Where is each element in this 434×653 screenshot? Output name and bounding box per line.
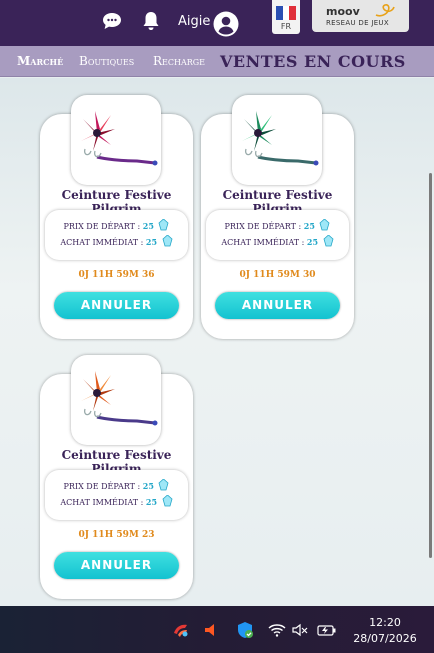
start-price-row: PRIX DE DÉPART : 25 — [206, 219, 349, 231]
item-image[interactable] — [71, 355, 161, 445]
partner-brand: moov — [326, 5, 360, 18]
crystal-currency-icon — [320, 219, 330, 231]
time-remaining: 0J 11H 59M 30 — [239, 270, 316, 280]
language-code: FR — [280, 22, 292, 31]
buyout-price-value: 25 — [306, 237, 319, 247]
system-clock[interactable]: 12:20 28/07/2026 — [350, 615, 420, 647]
section-title: VENTES EN COURS — [220, 52, 406, 71]
partner-logo[interactable]: moov RESEAU DE JEUX — [312, 0, 409, 32]
start-price-row: PRIX DE DÉPART : 25 — [45, 479, 188, 491]
chat-icon[interactable] — [102, 12, 122, 30]
buyout-price-label: ACHAT IMMÉDIAT : — [221, 238, 305, 247]
market-nav: Marché Boutiques Recharge VENTES EN COUR… — [0, 46, 434, 77]
game-icon[interactable] — [172, 621, 190, 639]
cancel-listing-button[interactable]: ANNULER — [215, 292, 340, 319]
time-remaining: 0J 11H 59M 36 — [78, 270, 155, 280]
crystal-currency-icon — [162, 235, 173, 247]
username[interactable]: Aigie — [178, 14, 210, 29]
start-price-label: PRIX DE DÉPART : — [63, 222, 141, 231]
start-price-label: PRIX DE DÉPART : — [63, 482, 141, 491]
buyout-price-row: ACHAT IMMÉDIAT : 25 — [45, 495, 188, 507]
price-box: PRIX DE DÉPART : 25 ACHAT IMMÉDIAT : 25 — [45, 210, 188, 260]
top-bar: Aigie FR moov RESEAU DE JEUX — [0, 0, 434, 46]
start-price-row: PRIX DE DÉPART : 25 — [45, 219, 188, 231]
scrollbar[interactable] — [427, 78, 434, 606]
crystal-currency-icon — [159, 479, 169, 491]
shield-icon[interactable] — [236, 621, 254, 639]
buyout-price-label: ACHAT IMMÉDIAT : — [60, 238, 144, 247]
buyout-price-value: 25 — [145, 497, 158, 507]
wifi-icon[interactable] — [268, 621, 286, 639]
nav-item-marche[interactable]: Marché — [17, 54, 63, 68]
crystal-currency-icon — [162, 495, 173, 507]
buyout-price-value: 25 — [145, 237, 158, 247]
buyout-price-row: ACHAT IMMÉDIAT : 25 — [206, 235, 349, 247]
nav-item-recharge[interactable]: Recharge — [153, 54, 205, 68]
partner-network: RESEAU DE JEUX — [326, 19, 389, 27]
battery-icon[interactable] — [317, 621, 337, 639]
listing-card: Ceinture Festive Pilgrim PRIX DE DÉPART … — [40, 95, 193, 339]
start-price-value: 25 — [303, 221, 315, 231]
start-price-value: 25 — [142, 221, 154, 231]
listing-card: Ceinture Festive Pilgrim PRIX DE DÉPART … — [40, 355, 193, 599]
listing-card: Ceinture Festive Pilgrim PRIX DE DÉPART … — [201, 95, 354, 339]
belt-item-icon — [242, 111, 319, 166]
clock-time: 12:20 — [369, 616, 401, 629]
time-remaining: 0J 11H 59M 23 — [78, 530, 155, 540]
cancel-listing-button[interactable]: ANNULER — [54, 552, 179, 579]
item-image[interactable] — [232, 95, 322, 185]
start-price-value: 25 — [142, 481, 154, 491]
taskbar: 12:20 28/07/2026 — [0, 606, 434, 653]
start-price-label: PRIX DE DÉPART : — [224, 222, 302, 231]
account-icon[interactable] — [213, 11, 239, 37]
scrollbar-thumb[interactable] — [429, 173, 432, 558]
cancel-listing-button[interactable]: ANNULER — [54, 292, 179, 319]
mute-icon[interactable] — [291, 621, 309, 639]
item-image[interactable] — [71, 95, 161, 185]
belt-item-icon — [81, 111, 158, 166]
buyout-price-label: ACHAT IMMÉDIAT : — [60, 498, 144, 507]
bell-icon[interactable] — [142, 11, 160, 31]
clock-date: 28/07/2026 — [353, 632, 417, 645]
partner-swirl-icon — [375, 4, 395, 17]
buyout-price-row: ACHAT IMMÉDIAT : 25 — [45, 235, 188, 247]
crystal-currency-icon — [323, 235, 334, 247]
price-box: PRIX DE DÉPART : 25 ACHAT IMMÉDIAT : 25 — [206, 210, 349, 260]
france-flag-icon — [276, 6, 297, 20]
nav-item-boutiques[interactable]: Boutiques — [79, 54, 134, 68]
crystal-currency-icon — [159, 219, 169, 231]
audio-device-icon[interactable] — [201, 621, 219, 639]
language-selector[interactable]: FR — [272, 0, 300, 34]
belt-item-icon — [81, 371, 158, 426]
price-box: PRIX DE DÉPART : 25 ACHAT IMMÉDIAT : 25 — [45, 470, 188, 520]
